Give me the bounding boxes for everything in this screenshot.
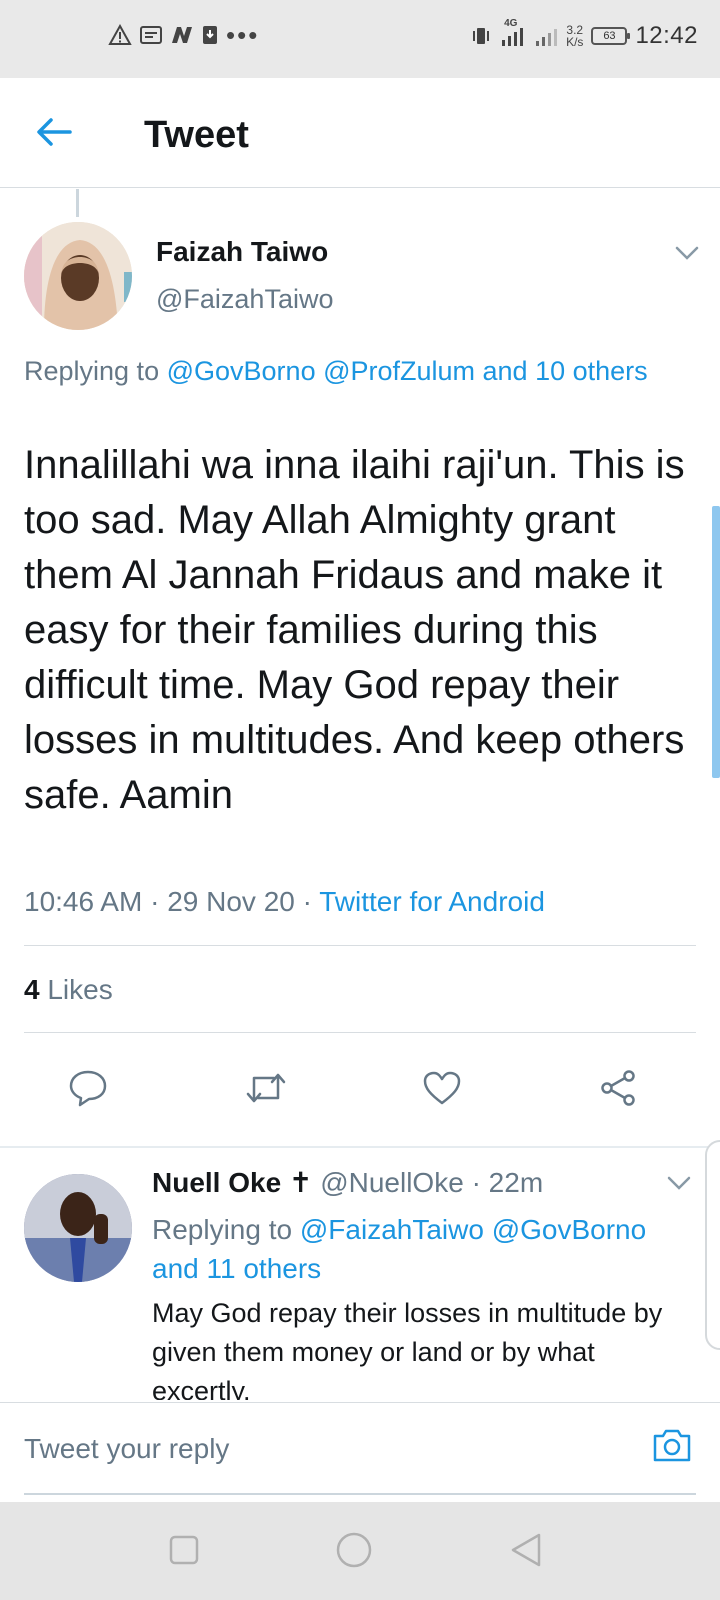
reply-icon [68, 1069, 108, 1112]
meta-separator: · [302, 886, 312, 917]
page-title: Tweet [144, 114, 249, 156]
back-triangle-icon [509, 1532, 543, 1573]
camera-button[interactable] [650, 1427, 694, 1467]
reply-header: Nuell Oke ✝ @NuellOke · 22m [152, 1166, 543, 1199]
reply-button[interactable] [58, 1060, 118, 1120]
battery-level: 63 [603, 30, 616, 42]
network-type-label: 4G [504, 18, 518, 29]
thread-connector-line [76, 189, 79, 217]
meta-separator: · [150, 886, 160, 917]
chevron-down-icon [675, 245, 699, 266]
like-icon [422, 1070, 462, 1111]
recents-square-icon [168, 1534, 200, 1571]
retweet-button[interactable] [236, 1060, 296, 1120]
divider [24, 945, 696, 946]
likes-number: 4 [24, 974, 40, 1005]
reply-separator: · [471, 1167, 481, 1198]
home-circle-icon [335, 1531, 373, 1574]
replying-to: Replying to @GovBorno @ProfZulum and 10 … [24, 352, 664, 390]
tweet-options-button[interactable] [672, 240, 702, 270]
reply-replying-to: Replying to @FaizahTaiwo @GovBorno and 1… [152, 1210, 692, 1288]
reply-input[interactable] [24, 1429, 604, 1469]
retweet-icon [244, 1070, 288, 1111]
author-avatar[interactable] [24, 222, 132, 330]
likes-count[interactable]: 4 Likes [24, 974, 113, 1006]
tweet-date: 29 Nov 20 [167, 886, 295, 917]
camera-icon [651, 1427, 693, 1468]
like-button[interactable] [412, 1060, 472, 1120]
share-button[interactable] [588, 1060, 648, 1120]
recents-button[interactable] [162, 1530, 206, 1574]
battery-icon: 63 [591, 27, 631, 45]
warning-icon [108, 24, 132, 46]
tweet-actions [0, 1052, 720, 1128]
arrow-left-icon [36, 117, 72, 152]
tweet-source-link[interactable]: Twitter for Android [319, 886, 545, 917]
download-icon [202, 25, 218, 45]
vibrate-icon [470, 25, 492, 47]
reply-replying-prefix: Replying to [152, 1214, 293, 1245]
app-header: Tweet [0, 78, 720, 188]
system-nav-bar [0, 1502, 720, 1600]
tweet-meta: 10:46 AM · 29 Nov 20 · Twitter for Andro… [24, 886, 545, 918]
system-back-button[interactable] [504, 1530, 548, 1574]
share-icon [598, 1069, 638, 1112]
replying-prefix: Replying to [24, 356, 160, 386]
author-handle[interactable]: @FaizahTaiwo [156, 284, 333, 315]
back-button[interactable] [30, 114, 78, 154]
reply-time-ago: 22m [488, 1167, 544, 1198]
reply-author-name[interactable]: Nuell Oke ✝ [152, 1167, 312, 1198]
author-name[interactable]: Faizah Taiwo [156, 236, 328, 268]
reply-composer [0, 1402, 720, 1498]
chevron-down-icon [667, 1175, 691, 1196]
status-indicators: 4G 3.2 K/s 63 12:42 [470, 18, 698, 50]
replying-to-mentions[interactable]: @GovBorno @ProfZulum and 10 others [167, 356, 648, 386]
section-separator [0, 1146, 720, 1148]
n-app-icon [170, 25, 194, 45]
tweet-time: 10:46 AM [24, 886, 143, 917]
likes-label: Likes [47, 974, 113, 1005]
reply-options-button[interactable] [664, 1170, 694, 1200]
message-icon [140, 25, 162, 45]
reply-input-underline [24, 1493, 696, 1495]
signal-4g-icon: 4G [500, 18, 526, 48]
signal-bars-icon [534, 25, 558, 47]
tweet-text: Innalillahi wa inna ilaihi raji'un. This… [24, 443, 685, 817]
reply-author-handle[interactable]: @NuellOke [320, 1167, 464, 1198]
net-speed: 3.2 K/s [566, 24, 583, 48]
clock: 12:42 [635, 22, 698, 49]
notification-icons: ••• [108, 20, 260, 50]
status-bar: ••• 4G 3.2 K/s 63 12:42 [0, 0, 720, 78]
reply-text[interactable]: May God repay their losses in multitude … [152, 1294, 692, 1400]
reply-author-avatar[interactable] [24, 1174, 132, 1282]
divider [24, 1032, 696, 1033]
scrollbar-thumb[interactable] [712, 506, 720, 778]
net-speed-unit: K/s [566, 35, 584, 49]
edge-panel-handle[interactable] [705, 1140, 720, 1350]
home-button[interactable] [332, 1530, 376, 1574]
more-dots-icon: ••• [226, 20, 260, 50]
